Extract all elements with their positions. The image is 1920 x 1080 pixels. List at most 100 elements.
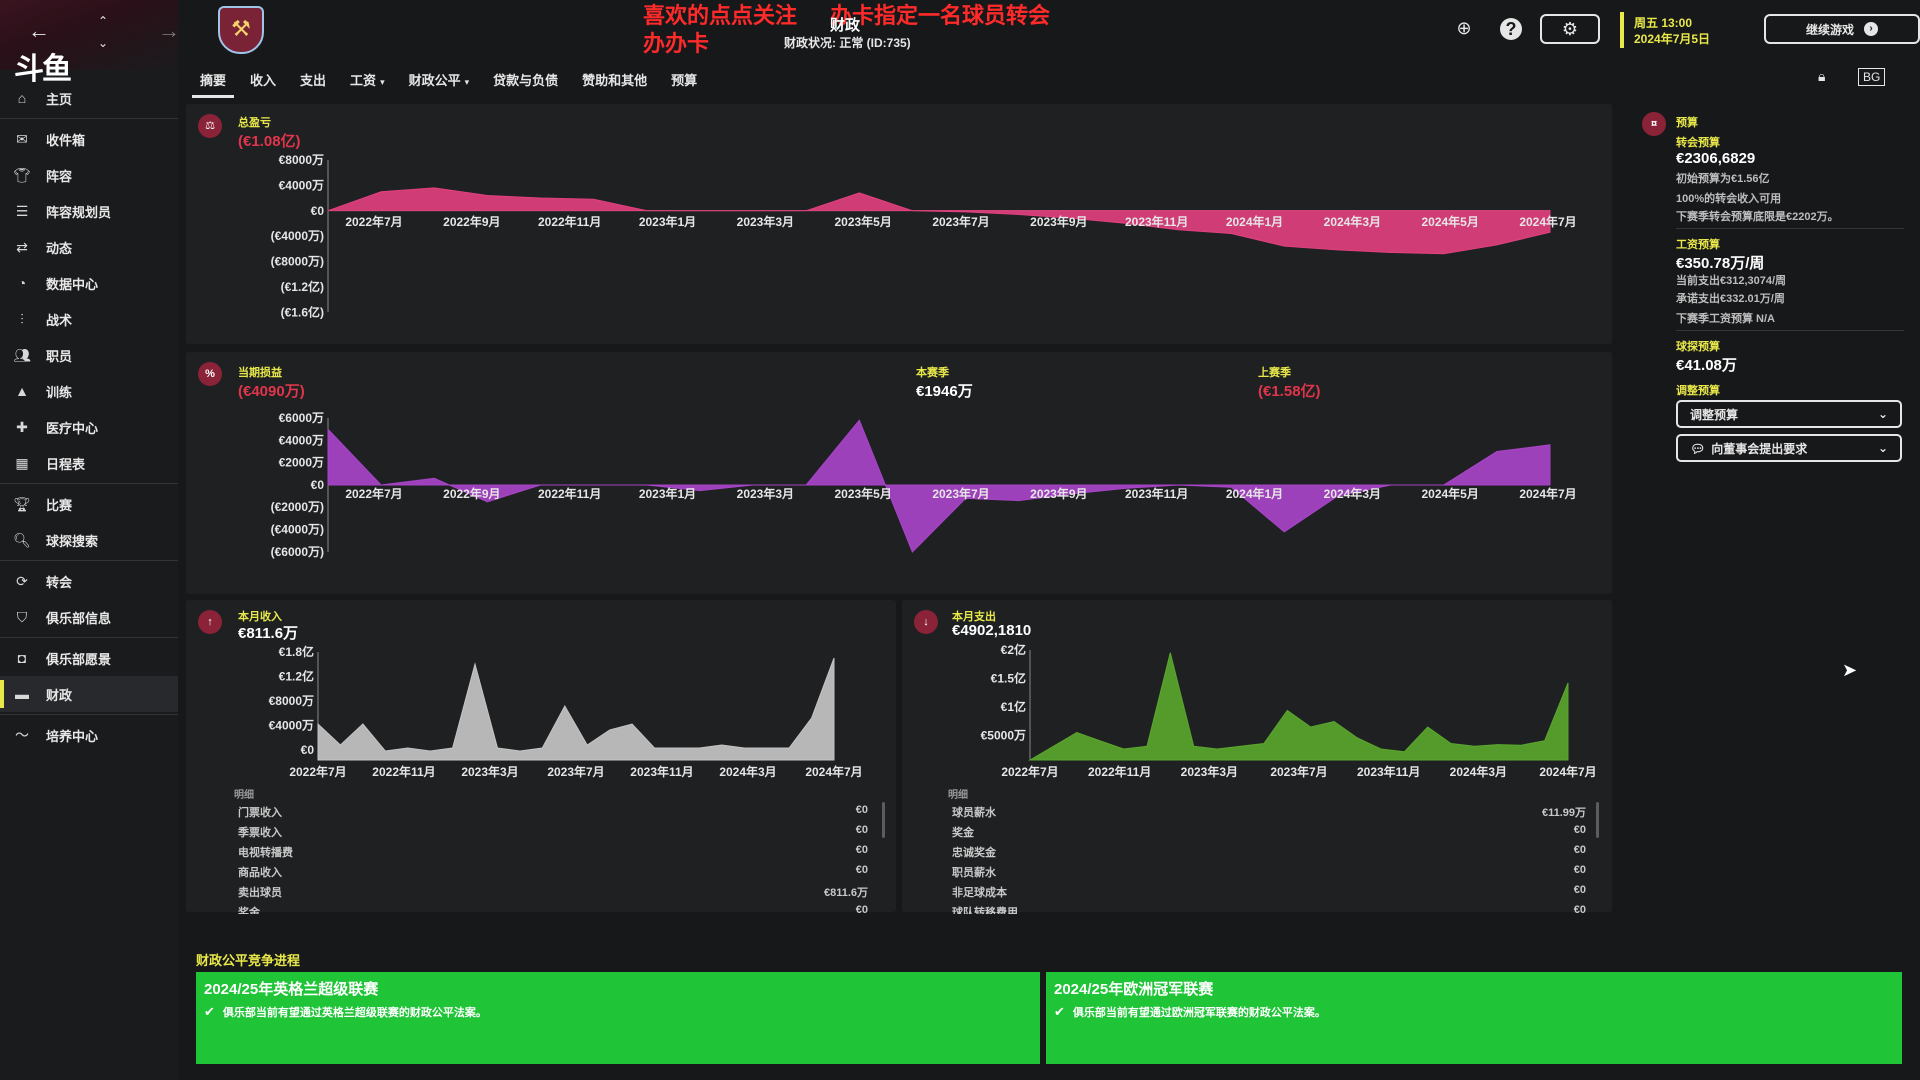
dynamics-icon: ⇄ — [16, 238, 28, 255]
adjust-budget-dropdown[interactable]: 调整预算 ⌄ — [1676, 400, 1902, 428]
breakdown-row: 电视转播费 €0 — [238, 844, 868, 864]
breakdown-value: €0 — [855, 804, 868, 816]
tab[interactable]: 预算 — [659, 64, 709, 94]
y-tick-label: €2亿 — [1001, 642, 1026, 657]
sidebar-item[interactable]: ⟳ 转会 — [0, 563, 178, 599]
y-tick-label: (€2000万) — [271, 500, 324, 514]
sidebar-item-label: 比赛 — [46, 497, 73, 513]
sidebar-item[interactable]: ⛉ 俱乐部信息 — [0, 599, 178, 635]
back-arrow-icon[interactable]: ← — [24, 16, 54, 46]
sidebar-item[interactable]: ✉ 收件箱 — [0, 121, 178, 157]
x-tick-label: 2022年9月 — [443, 486, 500, 501]
breakdown-row: 球队转移费用 €0 — [952, 904, 1586, 914]
y-tick-label: (€4000万) — [271, 229, 324, 243]
bg-toggle-icon[interactable]: BG — [1858, 68, 1886, 86]
board-request-dropdown[interactable]: 💬︎ 向董事会提出要求 ⌄ — [1676, 434, 1902, 462]
x-tick-label: 2023年9月 — [1030, 214, 1087, 229]
sidebar-item[interactable]: ☰ 阵容规划员 — [0, 193, 178, 229]
sidebar-item[interactable]: 〜 培养中心 — [0, 717, 178, 753]
tab[interactable]: 财政公平 ▾ — [397, 64, 482, 94]
sidebar-item[interactable]: ▦ 日程表 — [0, 445, 178, 481]
ffp-champions-league[interactable]: 2024/25年欧洲冠军联赛 ✔ 俱乐部当前有望通过欧洲冠军联赛的财政公平法案。 — [1046, 972, 1902, 1064]
inbox-icon: ✉ — [16, 130, 28, 147]
globe-icon[interactable]: ⊕ — [1450, 14, 1478, 42]
budget-section-label: 预算 — [1676, 117, 1698, 129]
breakdown-label: 商品收入 — [238, 867, 282, 879]
ffp-title: 财政公平竞争进程 — [196, 953, 301, 968]
chevron-down-icon[interactable]: ⌄ — [88, 28, 118, 58]
breakdown-value: €0 — [1573, 844, 1586, 856]
y-tick-label: €1.5亿 — [991, 671, 1026, 686]
tab[interactable]: 收入 — [238, 64, 288, 94]
continue-button[interactable]: 继续游戏 › — [1764, 14, 1920, 44]
y-tick-label: (€8000万) — [271, 255, 324, 269]
ffp-premier-league[interactable]: 2024/25年英格兰超级联赛 ✔ 俱乐部当前有望通过英格兰超级联赛的财政公平法案… — [196, 972, 1040, 1064]
y-tick-label: €8000万 — [269, 694, 314, 708]
tab[interactable]: 贷款与负债 — [481, 64, 570, 94]
sidebar-item[interactable]: 🔍︎ 球探搜索 — [0, 522, 178, 558]
sidebar-item[interactable]: 🏆︎ 比赛 — [0, 486, 178, 522]
trophy-icon: 🏆︎ — [13, 495, 31, 512]
x-tick-label: 2023年11月 — [630, 764, 693, 779]
sidebar-item[interactable]: ✚ 医疗中心 — [0, 409, 178, 445]
budget-column: ¤ 预算 转会预算 €2306,6829 初始预算为€1.56亿 100%的转会… — [1630, 104, 1920, 940]
tab[interactable]: 赞助和其他 — [570, 64, 659, 94]
transfer-note-3: 下赛季转会预算底限是€2202万。 — [1676, 211, 1839, 223]
search-icon: 🔍︎ — [13, 531, 31, 548]
sidebar-item[interactable]: ⌂ 主页 — [0, 80, 178, 116]
breakdown-row: 忠诚奖金 €0 — [952, 844, 1586, 864]
area-series — [1028, 652, 1569, 761]
sidebar-item[interactable]: ⇄ 动态 — [0, 229, 178, 265]
breakdown-label: 门票收入 — [238, 807, 282, 819]
sidebar-item-label: 财政 — [46, 687, 73, 703]
x-tick-label: 2022年7月 — [1001, 764, 1058, 779]
transfer-note-2: 100%的转会收入可用 — [1676, 193, 1782, 205]
breakdown-value: €811.6万 — [823, 887, 868, 899]
overall-balance-panel: ⚖ 总盈亏 (€1.08亿) €8000万 €4000万 €0 (€4000万) (€8… — [186, 104, 1612, 344]
x-tick-label: 2023年11月 — [1357, 764, 1420, 779]
y-tick-label: €1.2亿 — [279, 669, 314, 684]
tab[interactable]: 摘要 — [188, 64, 238, 98]
income-scrollbar[interactable] — [882, 802, 885, 838]
sidebar-item-label: 培养中心 — [46, 728, 99, 744]
vision-icon: ◘ — [17, 650, 27, 666]
chevron-down-icon: ▾ — [464, 77, 470, 87]
sidebar-item-label: 收件箱 — [46, 132, 86, 148]
arrow-right-icon: › — [1864, 22, 1878, 36]
sidebar-item[interactable]: 👕︎ 阵容 — [0, 157, 178, 193]
sidebar-item[interactable]: 👥︎ 职员 — [0, 337, 178, 373]
shirt-icon: 👕︎ — [13, 166, 31, 183]
overlay-text-3: 办卡指定一名球员转会 — [830, 3, 1051, 29]
tab[interactable]: 支出 — [288, 64, 338, 94]
club-crest[interactable] — [218, 6, 264, 54]
tactics-icon: ⫶ — [20, 310, 24, 327]
help-icon[interactable]: ? — [1500, 18, 1522, 40]
breakdown-value: €11.99万 — [1541, 807, 1586, 819]
lock-icon[interactable]: 🔒︎ — [1818, 68, 1825, 85]
wage-note-3: 下赛季工资预算 N/A — [1676, 313, 1775, 325]
sidebar-divider — [0, 483, 178, 484]
transfer-note-1: 初始预算为€1.56亿 — [1676, 173, 1770, 185]
data-hub-icon: ◔ — [17, 275, 27, 291]
x-tick-label: 2024年5月 — [1421, 486, 1478, 501]
sidebar-divider — [0, 714, 178, 715]
sidebar-item[interactable]: ⫶ 战术 — [0, 301, 178, 337]
x-tick-label: 2023年7月 — [932, 486, 989, 501]
income-chart: €1.8亿 €1.2亿 €8000万 €4000万 €0 2022年7月 2022年11月 2… — [269, 644, 863, 779]
expense-scrollbar[interactable] — [1596, 802, 1599, 838]
check-icon: ✔ — [204, 1004, 215, 1019]
sidebar-item[interactable]: ◔ 数据中心 — [0, 265, 178, 301]
budget-divider — [1676, 228, 1904, 229]
sidebar-item[interactable]: ◘ 俱乐部愿景 — [0, 640, 178, 676]
settings-button[interactable]: ⚙ — [1540, 14, 1600, 44]
sidebar-item[interactable]: ▲ 训练 — [0, 373, 178, 409]
x-tick-label: 2023年3月 — [1181, 764, 1238, 779]
scout-budget-label: 球探预算 — [1676, 341, 1720, 353]
clipboard-icon: ☰ — [15, 202, 29, 219]
sidebar-item[interactable]: ▬ 财政 — [0, 676, 178, 712]
breakdown-value: €0 — [855, 904, 868, 914]
tab-label: 赞助和其他 — [582, 73, 648, 88]
sidebar-item-label: 训练 — [46, 384, 73, 400]
tab[interactable]: 工资 ▾ — [338, 64, 397, 94]
finance-icon: ▬ — [15, 686, 29, 702]
